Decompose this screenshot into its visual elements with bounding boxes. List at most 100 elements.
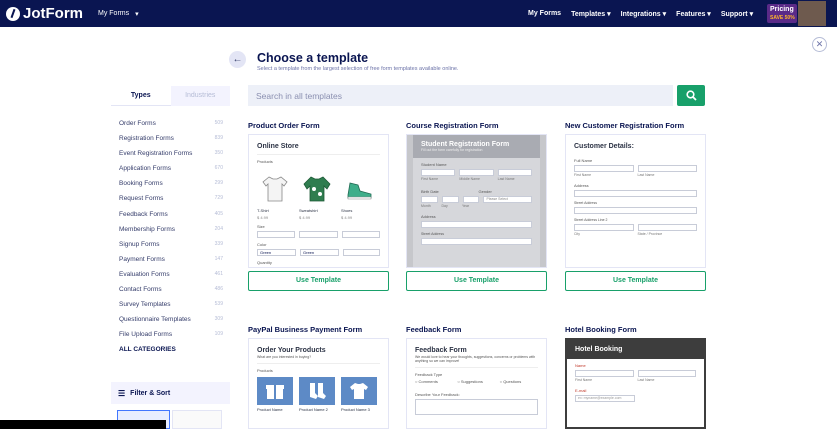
template-title[interactable]: New Customer Registration Form [565, 121, 684, 130]
use-template-button[interactable]: Use Template [248, 271, 389, 291]
category-item[interactable]: Survey Templates 539 [119, 301, 223, 316]
use-template-button[interactable]: Use Template [565, 271, 706, 291]
nav-integrations[interactable]: Integrations ▾ [621, 10, 667, 18]
preview-subtitle: Fill out the form carefully for registra… [421, 148, 483, 152]
category-item[interactable]: Membership Forms 204 [119, 226, 223, 241]
nav-my-forms[interactable]: My Forms [528, 10, 561, 17]
category-label: Contact Forms [119, 286, 162, 294]
category-list: Order Forms 509 Registration Forms 839 Eve… [119, 120, 223, 362]
category-item[interactable]: Event Registration Forms 350 [119, 150, 223, 165]
category-label: Registration Forms [119, 135, 174, 143]
nav-support[interactable]: Support ▾ [721, 10, 753, 18]
category-item[interactable]: Contact Forms 486 [119, 286, 223, 301]
template-preview[interactable]: Hotel Booking Name First Name Last Name E… [565, 338, 706, 429]
field-sublabel: Last Name [497, 177, 515, 181]
brand-name: JotForm [23, 5, 83, 22]
category-item[interactable]: Payment Forms 147 [119, 256, 223, 271]
category-label: Booking Forms [119, 180, 163, 188]
product-item: Product Name [257, 377, 293, 412]
nav-features[interactable]: Features ▾ [676, 10, 711, 18]
field-sublabel: First Name [421, 177, 439, 181]
template-title[interactable]: Course Registration Form [406, 121, 499, 130]
category-label: Membership Forms [119, 225, 175, 233]
filter-sort-button[interactable]: ☰ Filter & Sort [111, 382, 230, 404]
field-sublabel: State / Province [637, 232, 663, 236]
category-item[interactable]: Evaluation Forms 461 [119, 271, 223, 286]
user-avatar[interactable] [798, 1, 826, 26]
template-title[interactable]: Hotel Booking Form [565, 325, 637, 334]
product-name: Product Name 2 [299, 407, 328, 412]
category-count: 299 [214, 180, 223, 187]
category-label: Order Forms [119, 120, 156, 127]
category-item[interactable]: File Upload Forms 109 [119, 331, 223, 346]
use-template-button[interactable]: Use Template [406, 271, 547, 291]
back-arrow-icon[interactable]: ← [229, 51, 246, 68]
close-icon[interactable]: ✕ [812, 37, 827, 52]
preview-subtitle: We would love to hear your thoughts, sug… [415, 355, 536, 363]
template-preview[interactable]: Order Your Products What are you interes… [248, 338, 389, 429]
tshirt-icon [257, 172, 293, 206]
category-count: 839 [214, 135, 223, 142]
template-title[interactable]: Product Order Form [248, 121, 320, 130]
template-title[interactable]: PayPal Business Payment Form [248, 325, 362, 334]
template-preview[interactable]: Feedback Form We would love to hear your… [406, 338, 547, 429]
template-search-input[interactable] [248, 85, 673, 106]
category-item[interactable]: Application Forms 670 [119, 165, 223, 180]
category-count: 509 [214, 120, 223, 126]
category-tabs: Types Industries [111, 86, 230, 106]
pricing-button[interactable]: Pricing SAVE 50% [767, 4, 797, 23]
template-title[interactable]: Feedback Form [406, 325, 461, 334]
product-price: $ 4.99 [299, 215, 311, 220]
category-item[interactable]: Request Forms 729 [119, 195, 223, 210]
category-item[interactable]: Signup Forms 339 [119, 241, 223, 256]
category-item[interactable]: Feedback Forms 405 [119, 211, 223, 226]
field-sublabel: Day [441, 204, 448, 208]
gender-select: Please Select [483, 196, 532, 203]
field-sublabel: First Name [575, 378, 593, 382]
category-count: 309 [214, 316, 223, 323]
shoe-icon [341, 172, 377, 206]
category-item[interactable]: Order Forms 509 [119, 120, 223, 135]
jotform-logo[interactable]: JotForm [6, 5, 83, 22]
radio-option: ○ Comments [415, 379, 438, 384]
radio-option: ○ Questions [499, 379, 522, 384]
pricing-promo: SAVE 50% [770, 15, 795, 21]
category-item[interactable]: Questionnaire Templates 309 [119, 316, 223, 331]
field-label: Name [575, 363, 586, 368]
category-item[interactable]: Booking Forms 299 [119, 180, 223, 195]
template-preview[interactable]: Student Registration Form Fill out the f… [406, 134, 547, 268]
tab-industries[interactable]: Industries [170, 86, 230, 106]
field-label: Describe Your Feedback: [415, 392, 460, 397]
category-item[interactable]: Registration Forms 839 [119, 135, 223, 150]
category-label: Signup Forms [119, 240, 160, 248]
filter-icon: ☰ [118, 388, 126, 398]
preview-title: Hotel Booking [567, 340, 704, 359]
category-label: Questionnaire Templates [119, 316, 191, 324]
my-forms-dropdown[interactable]: My Forms ▾ [98, 10, 139, 18]
tab-types[interactable]: Types [111, 86, 171, 106]
product-name: Product Name [257, 407, 283, 412]
quantity-value: 3 [257, 267, 296, 268]
field-sublabel: Street Address [421, 232, 444, 236]
category-count: 350 [214, 150, 223, 157]
nav-templates[interactable]: Templates ▾ [571, 10, 611, 18]
view-option[interactable] [172, 410, 222, 429]
template-preview[interactable]: Online Store Products T-Shirt $ 4.99 Swe… [248, 134, 389, 268]
radio-option: ○ Suggestions [457, 379, 483, 384]
field-sublabel: Middle Name [459, 177, 480, 181]
preview-subtitle: What are you interested in buying? [257, 355, 312, 359]
quantity-label: Quantity [257, 260, 272, 265]
preview-label: Products [257, 159, 273, 164]
category-count: 147 [214, 255, 223, 262]
all-categories-link[interactable]: ALL CATEGORIES [119, 346, 223, 361]
search-button[interactable] [677, 85, 705, 106]
field-sublabel: Street Address [574, 201, 597, 205]
category-label: Evaluation Forms [119, 270, 170, 278]
search-icon [686, 90, 697, 101]
product-name: Sweatshirt [299, 208, 318, 213]
product-name: T-Shirt [257, 208, 269, 213]
all-categories-label: ALL CATEGORIES [119, 346, 176, 354]
socks-icon [299, 377, 335, 405]
template-preview[interactable]: Customer Details: Full Name First Name La… [565, 134, 706, 268]
black-overlay-bar [0, 420, 166, 429]
